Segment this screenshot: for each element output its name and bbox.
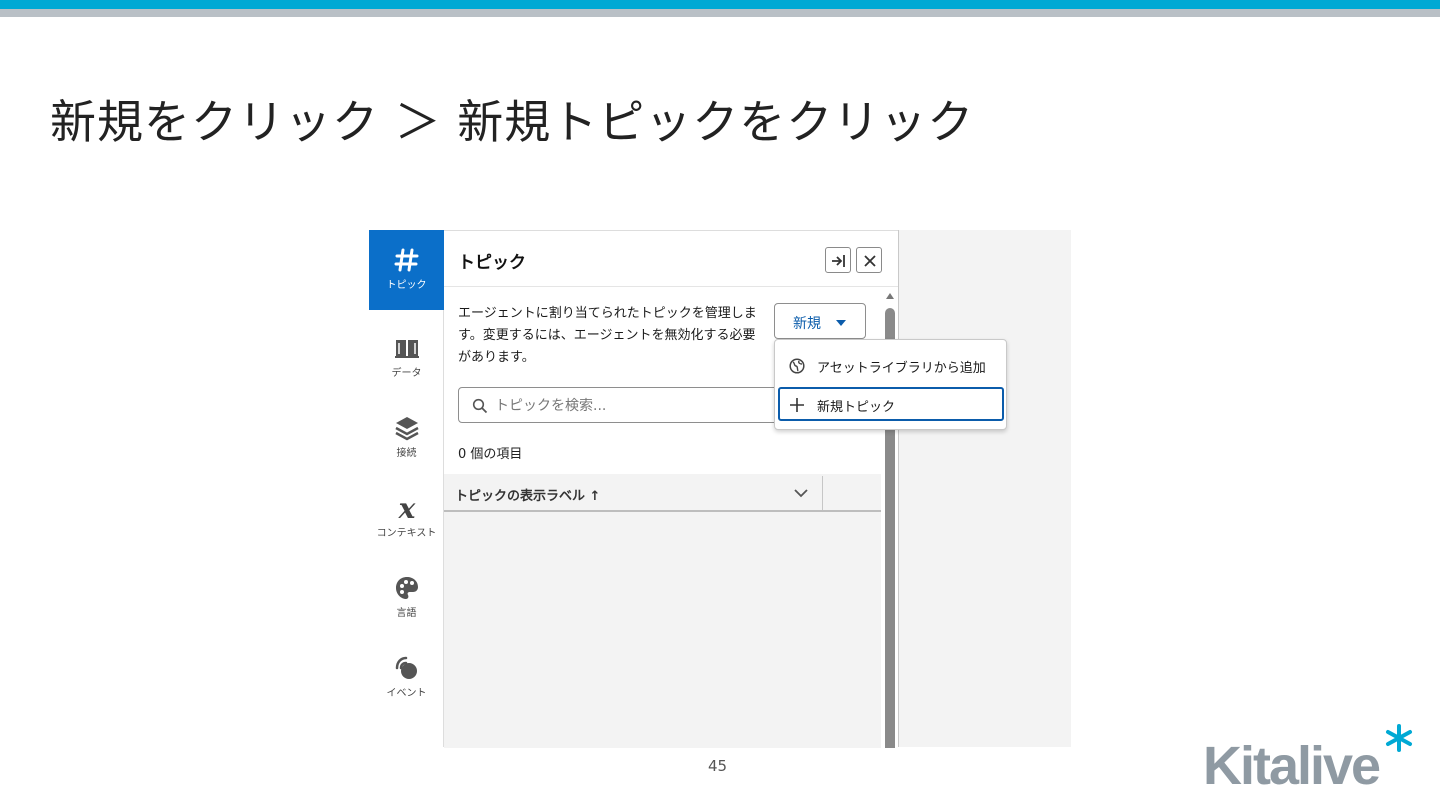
rail-item-context[interactable]: x コンテキスト <box>369 480 444 560</box>
slide-title: 新規をクリック ＞ 新規トピックをクリック <box>50 95 975 149</box>
globe-icon <box>789 358 805 374</box>
panel-description: エージェントに割り当てられたトピックを管理します。変更するには、エージェントを無… <box>458 306 757 365</box>
menu-item-add-from-asset-library[interactable]: アセットライブラリから追加 <box>778 348 1004 382</box>
rail-label: イベント <box>386 688 427 699</box>
menu-item-label: 新規トピック <box>817 400 896 415</box>
chevron-down-icon[interactable] <box>794 488 808 498</box>
plus-icon <box>790 398 804 412</box>
search-icon <box>472 398 488 414</box>
rail-label: コンテキスト <box>376 528 437 539</box>
top-secondary-bar <box>0 9 1440 17</box>
canvas-area <box>898 230 1071 747</box>
logo-text: Kitalive <box>1203 736 1380 792</box>
new-button-label: 新規 <box>793 316 821 332</box>
rail-label: 言語 <box>396 608 417 619</box>
search-box <box>458 387 788 423</box>
palette-icon <box>395 577 418 599</box>
search-input[interactable] <box>495 395 775 417</box>
menu-item-label: アセットライブラリから追加 <box>817 361 986 376</box>
column-header-topic-label[interactable]: トピックの表示ラベル ↑ <box>455 485 600 504</box>
asterisk-icon <box>1386 724 1412 752</box>
kitalive-logo: Kitalive <box>1203 724 1412 792</box>
rail-label: トピック <box>386 280 427 291</box>
rail-label: データ <box>391 368 422 379</box>
rail-item-data[interactable]: データ <box>369 320 444 400</box>
hash-icon <box>394 248 418 272</box>
book-icon <box>394 340 419 358</box>
column-divider <box>822 476 823 510</box>
panel-title: トピック <box>458 253 526 273</box>
caret-down-icon <box>836 320 846 326</box>
topics-panel: トピック エージェントに割り当てられたトピックを管理します。変更するには、エージ… <box>444 230 898 748</box>
page-number: 45 <box>708 757 728 775</box>
signal-icon <box>395 656 417 679</box>
new-dropdown-menu: アセットライブラリから追加 新規トピック <box>774 339 1007 430</box>
rail-item-language[interactable]: 言語 <box>369 560 444 640</box>
item-count: 0 個の項目 <box>458 447 523 462</box>
svg-text:x: x <box>397 494 415 522</box>
rail-label: 接続 <box>396 448 417 459</box>
rail-item-events[interactable]: イベント <box>369 640 444 720</box>
collapse-panel-button[interactable] <box>825 247 851 273</box>
new-button[interactable]: 新規 <box>774 303 866 339</box>
top-accent-bar <box>0 0 1440 9</box>
variable-x-icon: x <box>397 494 415 522</box>
panel-header: トピック <box>444 231 898 287</box>
screenshot-panel: トピック データ 接続 x コンテキスト 言語 イベント トピック エージェント… <box>369 230 1071 748</box>
close-panel-button[interactable] <box>856 247 882 273</box>
rail-item-topics[interactable]: トピック <box>369 230 444 310</box>
scroll-up-icon[interactable] <box>885 291 895 301</box>
left-rail: トピック データ 接続 x コンテキスト 言語 イベント <box>369 230 444 747</box>
table-header: トピックの表示ラベル ↑ <box>444 474 881 512</box>
table-body <box>444 512 881 748</box>
collapse-right-icon <box>832 255 845 267</box>
rail-item-connections[interactable]: 接続 <box>369 400 444 480</box>
menu-item-new-topic[interactable]: 新規トピック <box>778 387 1004 421</box>
layers-icon <box>394 417 419 441</box>
close-icon <box>864 255 876 267</box>
